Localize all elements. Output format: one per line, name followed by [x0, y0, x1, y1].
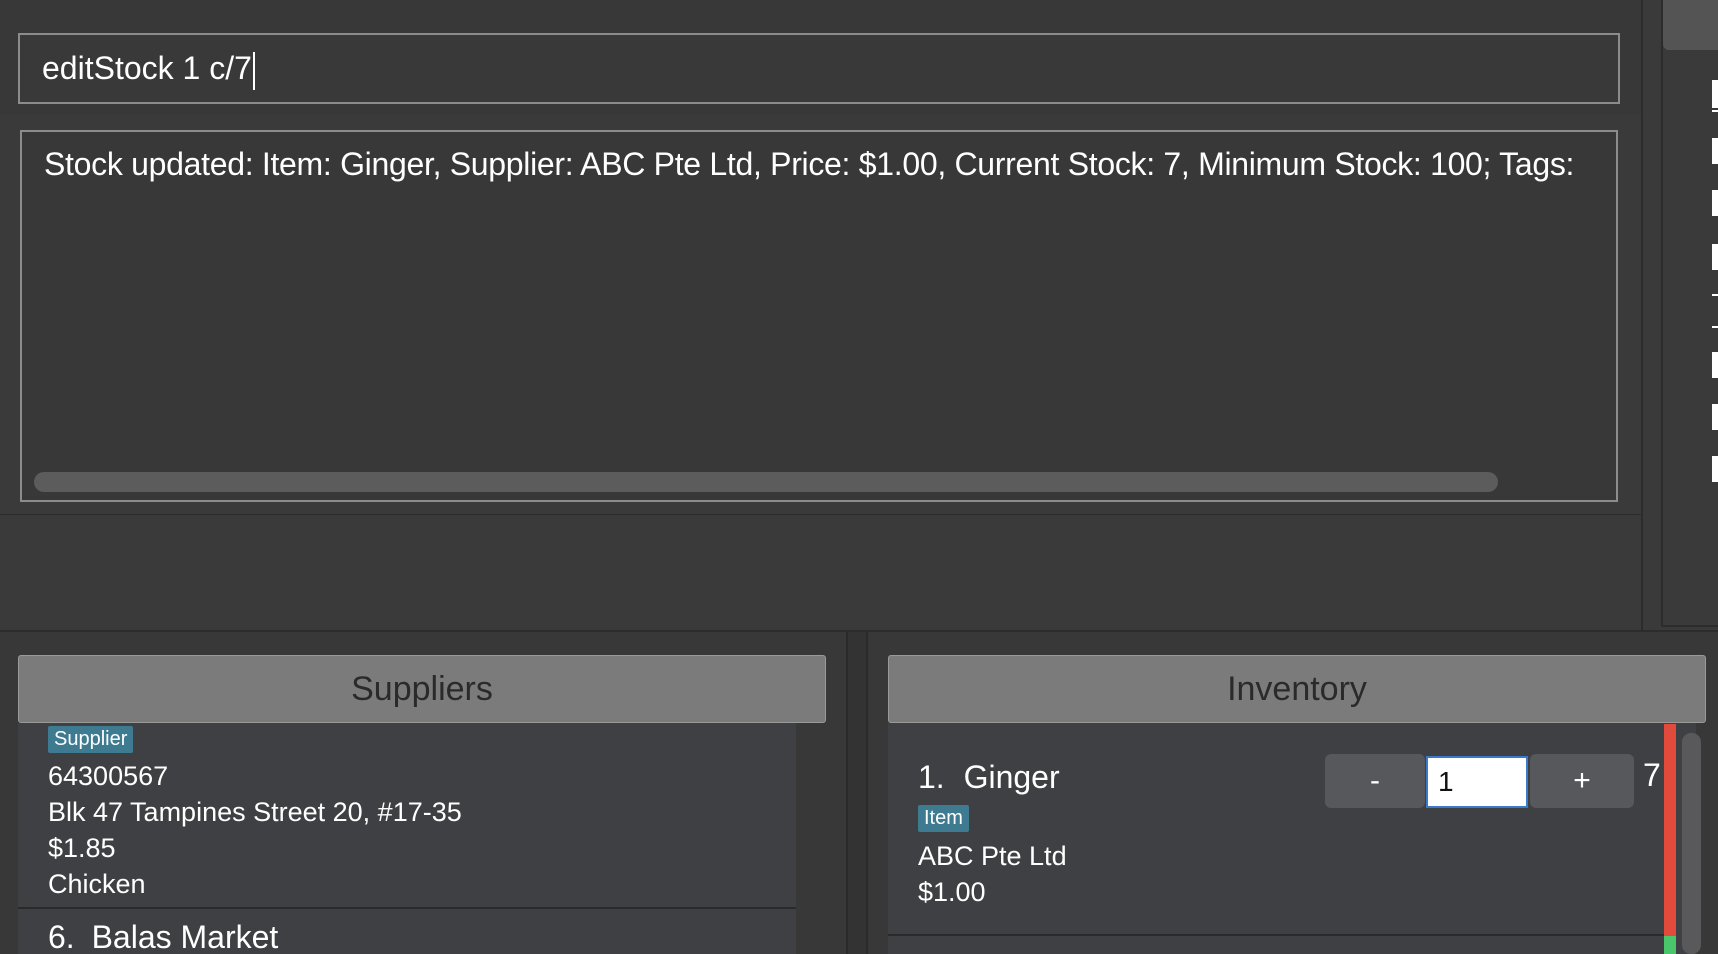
command-input[interactable]: editStock 1 c/7 — [18, 33, 1620, 104]
item-tag: Item — [918, 805, 969, 832]
clipped-text-fragment — [1712, 244, 1718, 270]
clipped-text-fragment — [1712, 138, 1718, 164]
supplier-index: 6. — [48, 919, 75, 954]
low-stock-indicator — [1664, 724, 1676, 936]
clipped-text-fragment — [1712, 80, 1718, 108]
side-panel — [1661, 0, 1718, 627]
clipped-text-fragment — [1712, 110, 1718, 112]
inventory-scrollbar[interactable] — [1682, 733, 1701, 954]
clipped-text-fragment — [1712, 456, 1718, 482]
supplier-price: $1.85 — [48, 833, 116, 863]
inventory-item-index: 1. — [918, 759, 945, 795]
suppliers-header: Suppliers — [18, 655, 826, 723]
supplier-name: Balas Market — [91, 919, 279, 954]
lists-divider[interactable] — [846, 632, 868, 954]
supplier-card[interactable]: Supplier — [48, 726, 134, 753]
inventory-header: Inventory — [888, 655, 1706, 723]
command-input-text: editStock 1 c/7 — [42, 50, 252, 86]
result-message: Stock updated: Item: Ginger, Supplier: A… — [44, 146, 1575, 182]
decrement-button[interactable]: - — [1325, 754, 1425, 808]
suppliers-list[interactable]: Supplier 64300567 Blk 47 Tampines Street… — [18, 723, 796, 954]
increment-button[interactable]: + — [1530, 754, 1634, 808]
inventory-list[interactable]: 1. Ginger Item ABC Pte Ltd $1.00 - 1 + 7 — [888, 723, 1696, 954]
inventory-item-price: $1.00 — [918, 877, 986, 907]
inventory-item-title: 1. Ginger — [918, 759, 1060, 796]
supplier-address: Blk 47 Tampines Street 20, #17-35 — [48, 797, 462, 827]
clipped-text-fragment — [1712, 294, 1718, 296]
supplier-tag: Supplier — [48, 726, 134, 753]
card-separator — [18, 907, 796, 909]
supplier-phone: 64300567 — [48, 761, 169, 791]
current-stock-count: 7 — [1643, 757, 1661, 793]
supplier-item: Chicken — [48, 869, 146, 899]
inventory-item-name: Ginger — [963, 759, 1060, 795]
text-caret — [252, 51, 255, 90]
clipped-text-fragment — [1712, 326, 1718, 328]
result-display[interactable]: Stock updated: Item: Ginger, Supplier: A… — [20, 130, 1618, 502]
clipped-text-fragment — [1712, 404, 1718, 430]
ok-stock-indicator — [1664, 936, 1676, 954]
supplier-card[interactable]: 6. Balas Market — [48, 919, 278, 954]
side-panel-button[interactable] — [1663, 0, 1718, 50]
result-scrollbar-thumb[interactable] — [34, 472, 1498, 492]
clipped-text-fragment — [1712, 190, 1718, 216]
split-divider[interactable] — [1641, 0, 1643, 630]
inventory-item-supplier: ABC Pte Ltd — [918, 841, 1067, 871]
quantity-field[interactable]: 1 — [1426, 756, 1528, 808]
result-horizontal-scrollbar[interactable] — [34, 472, 1604, 494]
clipped-text-fragment — [1712, 352, 1718, 378]
inventory-item-tag-wrap: Item — [918, 805, 969, 832]
card-separator — [888, 934, 1664, 936]
